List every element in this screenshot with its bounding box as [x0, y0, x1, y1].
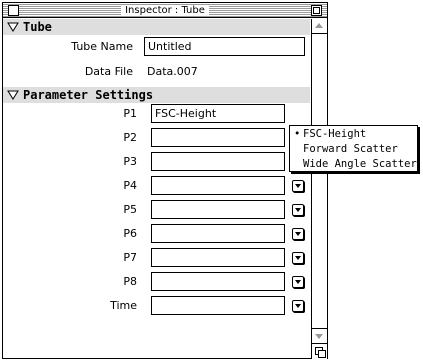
menu-check-mark: • [294, 128, 301, 140]
param-label-p6: P6 [123, 227, 137, 240]
param-field-p1[interactable]: FSC-Height [151, 104, 285, 123]
popup-arrow-icon[interactable] [292, 276, 304, 288]
popup-arrow-icon[interactable] [292, 300, 304, 312]
menu-item-label: Wide Angle Scatter [303, 158, 417, 170]
param-field-time[interactable] [151, 296, 285, 315]
param-label-p1: P1 [123, 107, 137, 120]
menu-item-forward-scatter[interactable]: Forward Scatter [290, 142, 417, 157]
param-label-p5: P5 [123, 203, 137, 216]
inspector-content: Tube Tube Name Untitled Data File Data.0… [3, 19, 310, 359]
section-header-tube[interactable]: Tube [3, 19, 310, 35]
param-field-p6[interactable] [151, 224, 285, 243]
window-title: Inspector : Tube [121, 5, 209, 16]
param-label-p4: P4 [123, 179, 137, 192]
section-header-parameter-settings[interactable]: Parameter Settings [3, 87, 310, 103]
grow-box-icon[interactable] [312, 343, 327, 359]
data-file-value: Data.007 [147, 65, 198, 78]
param-field-p8[interactable] [151, 272, 285, 291]
menu-item-label: FSC-Height [303, 128, 367, 140]
scroll-down-arrow-icon[interactable] [312, 328, 327, 343]
vertical-scrollbar[interactable] [311, 19, 327, 359]
inspector-window: Inspector : Tube Tube Tube Name Untitled… [2, 2, 328, 359]
disclosure-triangle-icon[interactable] [7, 89, 19, 101]
param-label-p2: P2 [123, 131, 137, 144]
popup-arrow-icon[interactable] [292, 204, 304, 216]
section-title-tube: Tube [23, 20, 52, 34]
param-field-p5[interactable] [151, 200, 285, 219]
param-field-p2[interactable] [151, 128, 285, 147]
param-field-p4[interactable] [151, 176, 285, 195]
menu-item-label: Forward Scatter [303, 143, 398, 155]
param-label-p3: P3 [123, 155, 137, 168]
param-label-p7: P7 [123, 251, 137, 264]
title-bar[interactable]: Inspector : Tube [3, 3, 327, 18]
menu-item-fsc-height[interactable]: • FSC-Height [290, 127, 417, 142]
zoom-box-icon[interactable] [311, 5, 322, 16]
menu-item-wide-angle-scatter[interactable]: Wide Angle Scatter [290, 157, 417, 172]
scroll-up-arrow-icon[interactable] [312, 19, 327, 34]
param-label-time: Time [110, 299, 137, 312]
param-field-p3[interactable] [151, 152, 285, 171]
tube-name-field[interactable]: Untitled [144, 37, 305, 56]
parameter-popup-menu: • FSC-Height Forward Scatter Wide Angle … [289, 125, 418, 172]
disclosure-triangle-icon[interactable] [7, 21, 19, 33]
section-title-parameter-settings: Parameter Settings [23, 88, 154, 102]
data-file-label: Data File [84, 65, 133, 78]
popup-arrow-icon[interactable] [292, 180, 304, 192]
param-label-p8: P8 [123, 275, 137, 288]
popup-arrow-icon[interactable] [292, 252, 304, 264]
popup-arrow-icon[interactable] [292, 228, 304, 240]
tube-name-label: Tube Name [71, 40, 133, 53]
param-field-p7[interactable] [151, 248, 285, 267]
